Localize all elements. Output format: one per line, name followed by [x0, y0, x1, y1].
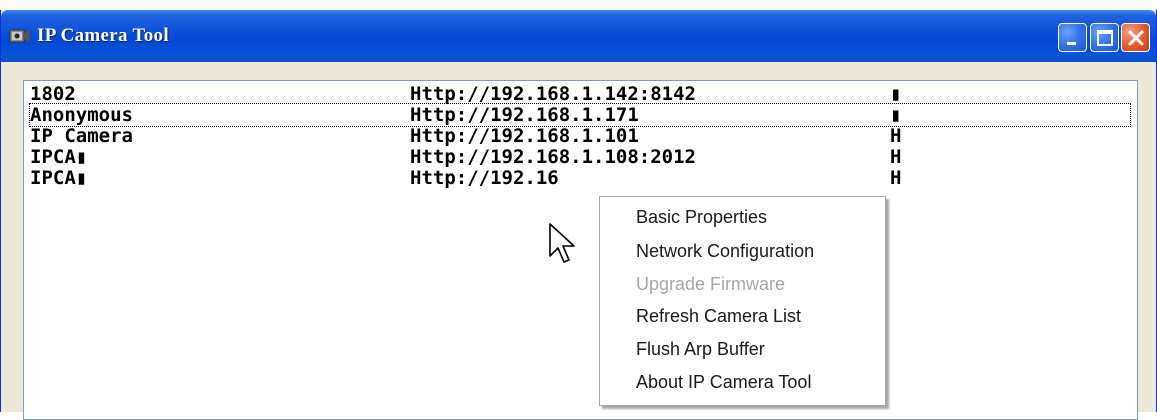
camera-row[interactable]: IPCA▮ Http://192.16 H — [30, 167, 1130, 189]
maximize-button[interactable] — [1090, 23, 1119, 52]
camera-flag: ▮ — [890, 83, 902, 105]
title-bar[interactable]: IP Camera Tool — [1, 10, 1156, 62]
camera-row[interactable]: IP Camera Http://192.168.1.101 H — [30, 125, 1130, 147]
maximize-icon — [1097, 30, 1113, 46]
camera-flag: H — [890, 125, 902, 147]
menu-item-refresh-camera-list[interactable]: Refresh Camera List — [636, 301, 801, 331]
camera-flag: ▮ — [890, 104, 902, 126]
close-button[interactable] — [1121, 23, 1150, 52]
camera-url: Http://192.16 — [410, 167, 559, 189]
minimize-button[interactable] — [1058, 23, 1087, 52]
camera-app-icon — [9, 29, 30, 43]
minimize-icon — [1067, 42, 1076, 45]
menu-item-basic-properties[interactable]: Basic Properties — [636, 202, 767, 232]
mouse-pointer-icon — [549, 223, 575, 263]
camera-name: IPCA▮ — [30, 146, 88, 168]
context-menu: Basic Properties Network Configuration U… — [599, 196, 886, 406]
camera-name: IPCA▮ — [30, 167, 88, 189]
camera-row[interactable]: IPCA▮ Http://192.168.1.108:2012 H — [30, 146, 1130, 168]
camera-flag: H — [890, 167, 902, 189]
menu-item-about[interactable]: About IP Camera Tool — [636, 367, 811, 397]
camera-row-focused[interactable]: Anonymous Http://192.168.1.171 ▮ — [29, 103, 1131, 127]
camera-url: Http://192.168.1.101 — [410, 125, 639, 147]
window-title: IP Camera Tool — [37, 25, 169, 46]
camera-url: Http://192.168.1.142:8142 — [410, 83, 696, 105]
menu-item-upgrade-firmware: Upgrade Firmware — [636, 274, 786, 294]
close-icon — [1128, 30, 1144, 46]
menu-item-network-configuration[interactable]: Network Configuration — [636, 236, 814, 266]
camera-list[interactable]: 1802 Http://192.168.1.142:8142 ▮ Anonymo… — [23, 80, 1138, 420]
camera-url: Http://192.168.1.108:2012 — [410, 146, 696, 168]
menu-item-flush-arp-buffer[interactable]: Flush Arp Buffer — [636, 334, 765, 364]
camera-name: 1802 — [30, 83, 76, 105]
camera-url: Http://192.168.1.171 — [410, 104, 639, 126]
ip-camera-tool-window: IP Camera Tool 1802 Http://192.168.1.142… — [0, 10, 1157, 420]
camera-row[interactable]: 1802 Http://192.168.1.142:8142 ▮ — [30, 83, 1130, 105]
camera-name: IP Camera — [30, 125, 133, 147]
camera-flag: H — [890, 146, 902, 168]
camera-name: Anonymous — [30, 104, 133, 126]
